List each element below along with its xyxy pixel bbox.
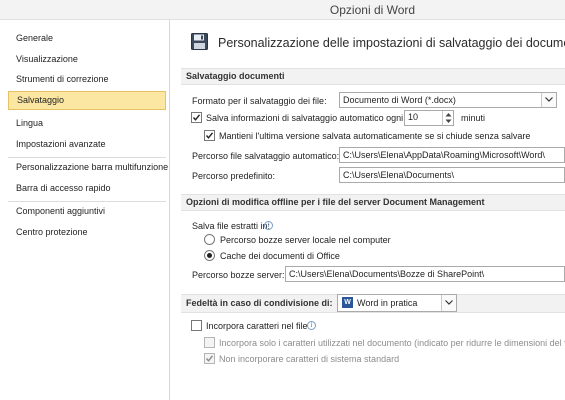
autosave-label: Salva informazioni di salvataggio automa…: [206, 113, 404, 123]
autorecover-path-input[interactable]: C:\Users\Elena\AppData\Roaming\Microsoft…: [339, 147, 565, 163]
chevron-down-icon[interactable]: [541, 93, 556, 107]
section-header-salvataggio-documenti: Salvataggio documenti: [181, 68, 565, 85]
chevron-down-icon[interactable]: [441, 295, 456, 311]
minutes-label: minuti: [461, 113, 486, 123]
radio-office-cache-label: Cache dei documenti di Office: [220, 251, 340, 261]
section-title: Salvataggio documenti: [186, 71, 285, 81]
embed-fonts-checkbox[interactable]: [191, 320, 202, 331]
sidebar-item-componenti-aggiuntivi[interactable]: Componenti aggiuntivi: [8, 202, 166, 221]
default-path-label: Percorso predefinito:: [192, 171, 276, 181]
sidebar-item-personalizzazione-barra[interactable]: Personalizzazione barra multifunzione: [8, 158, 168, 177]
radio-local-drafts[interactable]: [204, 234, 215, 245]
options-sidebar: Generale Visualizzazione Strumenti di co…: [0, 20, 170, 400]
window-title: Opzioni di Word: [329, 3, 416, 17]
sidebar-item-impostazioni-avanzate[interactable]: Impostazioni avanzate: [8, 135, 166, 154]
drafts-path-label: Percorso bozze server:: [192, 270, 285, 280]
embed-fonts-label: Incorpora caratteri nel file: [206, 321, 308, 331]
section-title: Opzioni di modifica offline per i file d…: [186, 197, 485, 207]
sidebar-item-lingua[interactable]: Lingua: [8, 114, 166, 133]
keep-last-version-checkbox[interactable]: [204, 130, 215, 141]
word-document-icon: W: [342, 297, 353, 308]
drafts-path-input[interactable]: C:\Users\Elena\Documents\Bozze di ShareP…: [285, 266, 565, 282]
sidebar-item-salvataggio[interactable]: Salvataggio: [8, 91, 166, 110]
format-label: Formato per il salvataggio dei file:: [192, 96, 327, 106]
autosave-minutes-spinner[interactable]: 10: [404, 110, 454, 126]
page-title: Personalizzazione delle impostazioni di …: [218, 36, 565, 50]
save-checked-out-label: Salva file estratti in:: [192, 221, 271, 231]
radio-local-drafts-label: Percorso bozze server locale nel compute…: [220, 235, 391, 245]
autorecover-path-label: Percorso file salvataggio automatico:: [192, 151, 340, 161]
spinner-arrows-icon[interactable]: [442, 111, 453, 125]
fidelity-document-select[interactable]: W Word in pratica: [337, 294, 457, 312]
no-system-fonts-checkbox[interactable]: [204, 353, 215, 364]
sidebar-item-barra-accesso-rapido[interactable]: Barra di accesso rapido: [8, 179, 166, 198]
info-icon: i: [307, 321, 316, 330]
embed-used-only-label: Incorpora solo i caratteri utilizzati ne…: [219, 338, 565, 348]
options-content: Personalizzazione delle impostazioni di …: [171, 20, 565, 400]
keep-last-version-label: Mantieni l'ultima versione salvata autom…: [219, 131, 531, 141]
autosave-minutes-value: 10: [408, 112, 419, 122]
section-title: Fedeltà in caso di condivisione di:: [186, 298, 333, 308]
no-system-fonts-label: Non incorporare caratteri di sistema sta…: [219, 354, 400, 364]
format-select-value: Documento di Word (*.docx): [343, 95, 456, 105]
sidebar-item-centro-protezione[interactable]: Centro protezione: [8, 223, 166, 242]
autosave-checkbox[interactable]: [191, 112, 202, 123]
fidelity-document-value: Word in pratica: [357, 298, 418, 308]
section-header-offline: Opzioni di modifica offline per i file d…: [181, 194, 565, 211]
radio-office-cache[interactable]: [204, 250, 215, 261]
format-select[interactable]: Documento di Word (*.docx): [339, 92, 557, 108]
default-path-input[interactable]: C:\Users\Elena\Documents\: [339, 167, 565, 183]
save-disk-icon: [191, 33, 208, 50]
sidebar-item-visualizzazione[interactable]: Visualizzazione: [8, 50, 166, 69]
window-titlebar: Opzioni di Word: [0, 0, 565, 20]
info-icon: i: [264, 221, 273, 230]
sidebar-item-generale[interactable]: Generale: [8, 29, 166, 48]
sidebar-item-strumenti-correzione[interactable]: Strumenti di correzione: [8, 70, 166, 89]
embed-used-only-checkbox[interactable]: [204, 337, 215, 348]
